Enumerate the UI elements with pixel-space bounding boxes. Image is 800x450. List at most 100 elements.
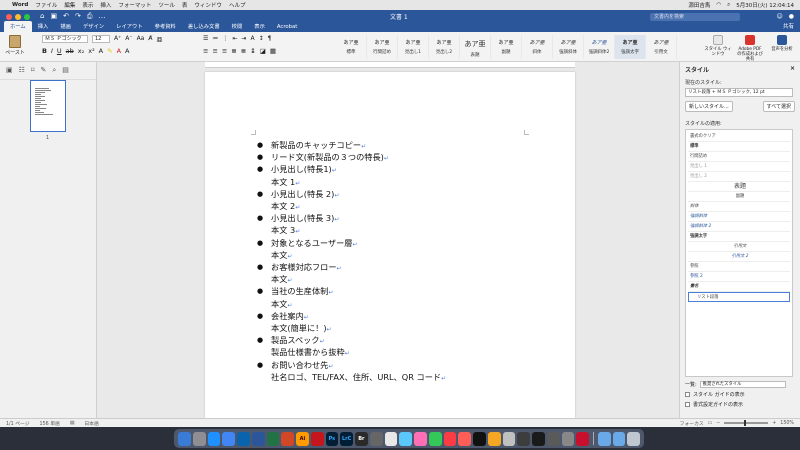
clock[interactable]: 5月30日(火) 12:04:14 <box>736 1 794 9</box>
photos-icon[interactable] <box>384 431 398 446</box>
bold-icon[interactable]: B <box>42 47 47 55</box>
document-search-input[interactable]: 文書内を検索 <box>650 12 740 21</box>
document-page[interactable]: 新製品のキャッチコピー↵リード文(新製品の３つの特長)↵小見出し(特長1)↵本文… <box>205 72 575 418</box>
launchpad-icon[interactable] <box>192 431 206 446</box>
char-shading-icon[interactable]: A <box>125 47 129 55</box>
asian-layout-icon[interactable]: A <box>250 35 254 42</box>
style-tile[interactable]: あア亜 見出し1 <box>398 35 429 59</box>
undo-icon[interactable]: ↶ <box>63 12 69 21</box>
app-icon[interactable] <box>399 431 412 446</box>
tab-review[interactable]: 校閲 <box>226 21 249 32</box>
style-tile[interactable]: あア亜 副題 <box>491 35 522 59</box>
ruler[interactable] <box>205 62 575 68</box>
bullet-line[interactable]: 当社の生産体制↵ <box>257 286 446 298</box>
align-left-icon[interactable]: ≡ <box>203 47 208 55</box>
home-icon[interactable]: ⌂ <box>40 12 44 21</box>
chrome-icon[interactable] <box>222 431 235 446</box>
body-line[interactable]: 本文 2↵ <box>257 201 446 213</box>
bullet-line[interactable]: お客様対応フロー↵ <box>257 262 446 274</box>
style-list-item[interactable]: 強調太字 <box>688 232 790 242</box>
italic-icon[interactable]: I <box>51 47 53 55</box>
distribute-icon[interactable]: ≣ <box>241 47 246 55</box>
style-guide-option[interactable]: スタイル ガイドの表示 <box>685 391 795 398</box>
bullet-line[interactable]: 対象となるユーザー層↵ <box>257 238 446 250</box>
show-marks-icon[interactable]: ¶ <box>268 35 272 42</box>
style-list-item[interactable]: 斜体 <box>688 202 790 212</box>
menu-app[interactable]: Word <box>12 2 28 8</box>
tab-mailings[interactable]: 差し込み文書 <box>182 21 226 32</box>
tab-view[interactable]: 表示 <box>248 21 271 32</box>
page-thumbnail[interactable] <box>30 80 66 132</box>
numbering-icon[interactable]: ≔ <box>212 35 218 42</box>
style-list-item[interactable]: 見出し 2 <box>688 172 790 182</box>
styles-pane-button[interactable]: スタイル ウィンドウ <box>704 35 732 62</box>
menu-insert[interactable]: 挿入 <box>100 1 111 9</box>
bridge-icon[interactable]: Br <box>355 431 368 446</box>
highlight-icon[interactable]: ✎ <box>107 47 112 55</box>
body-line[interactable]: 本文↵ <box>257 274 446 286</box>
print-icon[interactable]: ⎙ <box>87 12 93 21</box>
user-name[interactable]: 源田吉馬 <box>688 1 710 9</box>
bullet-line[interactable]: 小見出し(特長1)↵ <box>257 164 446 176</box>
app-icon[interactable] <box>487 431 501 446</box>
style-list-item[interactable]: 見出し 1 <box>688 162 790 172</box>
trash-icon[interactable] <box>627 431 641 446</box>
zoom-in-icon[interactable]: + <box>772 421 776 426</box>
search-icon[interactable]: ⌕ <box>52 66 56 75</box>
style-list[interactable]: 書式のクリア 標準 行間詰め 見出し 1 見出し 2 表題 副題 斜体 強調斜体 強調斜体 2 強調… <box>685 129 793 377</box>
style-tile[interactable]: あア亜 強調斜体 <box>553 35 584 59</box>
menu-format[interactable]: フォーマット <box>118 1 151 9</box>
document-area[interactable]: 新製品のキャッチコピー↵リード文(新製品の３つの特長)↵小見出し(特長1)↵本文… <box>97 62 679 418</box>
app-icon[interactable] <box>576 431 589 446</box>
shading-icon[interactable]: ◪ <box>260 47 266 55</box>
align-right-icon[interactable]: ≡ <box>222 47 227 55</box>
app-icon[interactable] <box>502 431 516 446</box>
style-list-item[interactable]: 書名 <box>688 282 790 292</box>
font-name-select[interactable]: ＭＳ Ｐゴシック <box>42 35 88 43</box>
decrease-indent-icon[interactable]: ⇤ <box>232 35 237 42</box>
tab-draw[interactable]: 描画 <box>54 21 77 32</box>
tab-references[interactable]: 参考資料 <box>149 21 182 32</box>
bullet-line[interactable]: お問い合わせ先↵ <box>257 360 446 372</box>
menu-help[interactable]: ヘルプ <box>229 1 246 9</box>
app-icon[interactable] <box>458 431 471 446</box>
create-pdf-button[interactable]: Adobe PDF の作成および共有 <box>736 35 764 62</box>
style-tile[interactable]: あア亜 引用文 <box>646 35 677 59</box>
clear-format-icon[interactable]: A̸ <box>148 35 152 44</box>
line-spacing-icon[interactable]: ↨ <box>250 47 255 55</box>
bullet-line[interactable]: 会社案内↵ <box>257 311 446 323</box>
app-icon[interactable] <box>517 431 530 446</box>
folder-icon[interactable] <box>612 431 626 446</box>
more-icon[interactable]: … <box>98 12 105 21</box>
zoom-level[interactable]: 150% <box>780 421 794 426</box>
change-case-icon[interactable]: Aa <box>137 35 145 44</box>
focus-button[interactable]: フォーカス <box>680 420 704 427</box>
style-tile[interactable]: あア亜 見出し2 <box>429 35 460 59</box>
photoshop-icon[interactable]: Ps <box>325 431 339 446</box>
zoom-out-icon[interactable]: − <box>716 421 720 426</box>
bookmark-icon[interactable]: ⌑ <box>31 66 35 75</box>
save-icon[interactable]: ▣ <box>50 12 57 21</box>
layout-view-icon[interactable]: ▭ <box>708 421 713 426</box>
style-list-item[interactable]: 強調斜体 <box>688 212 790 222</box>
style-tile[interactable]: あア亜 行間詰め <box>367 35 398 59</box>
borders-icon[interactable]: ▦ <box>270 47 276 55</box>
style-tile[interactable]: あア亜 標準 <box>336 35 367 59</box>
style-list-item[interactable]: リスト段落 <box>688 292 790 302</box>
downloads-folder-icon[interactable] <box>597 431 611 446</box>
search-icon[interactable]: ⌕ <box>727 2 730 9</box>
body-line[interactable]: 本文↵ <box>257 299 446 311</box>
bullet-line[interactable]: リード文(新製品の３つの特長)↵ <box>257 152 446 164</box>
thumbnails-icon[interactable]: ▣ <box>6 66 13 75</box>
smiley-icon[interactable]: ☺ <box>776 13 782 20</box>
menu-window[interactable]: ウィンドウ <box>194 1 222 9</box>
redo-icon[interactable]: ↷ <box>75 12 81 21</box>
body-line[interactable]: 本文 3↵ <box>257 225 446 237</box>
share-button[interactable]: 共有 <box>783 22 794 32</box>
close-window-button[interactable] <box>6 13 12 20</box>
terminal-icon[interactable] <box>532 431 545 446</box>
bullets-icon[interactable]: ☰ <box>203 35 208 42</box>
excel-icon[interactable] <box>266 431 280 446</box>
body-line[interactable]: 社名ロゴ、TEL/FAX、住所、URL、QR コード↵ <box>257 372 446 384</box>
tab-acrobat[interactable]: Acrobat <box>271 23 303 32</box>
